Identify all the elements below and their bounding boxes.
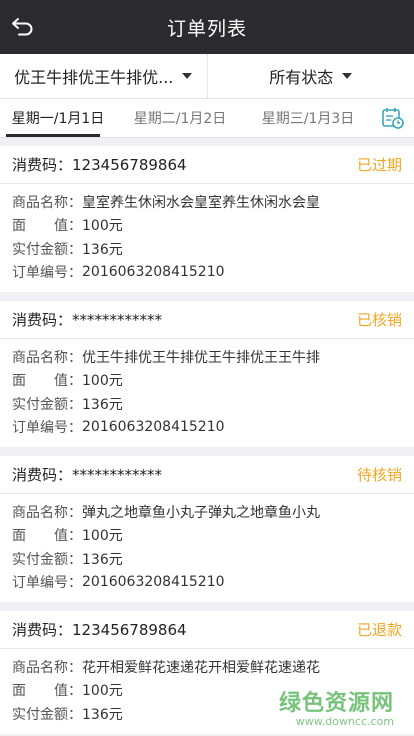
product-label: 商品名称： xyxy=(12,194,82,211)
order-no-label: 订单编号： xyxy=(12,420,82,437)
face-value-row: 面值： 100元 xyxy=(12,214,402,238)
merchant-filter-label: 优王牛排优王牛排优... xyxy=(14,68,174,87)
order-no: 2016063208415210 xyxy=(82,419,225,436)
paid-amount: 136元 xyxy=(82,551,123,568)
order-no: 2016063208415210 xyxy=(82,264,225,281)
order-card-body: 商品名称： 弹丸之地章鱼小丸子弹丸之地章鱼小丸 面值： 100元 实付金额： 136元… xyxy=(0,494,414,602)
product-row: 商品名称： 弹丸之地章鱼小丸子弹丸之地章鱼小丸 xyxy=(12,500,402,524)
consume-code: 消费码：************ xyxy=(12,309,162,330)
status-badge: 待核销 xyxy=(356,466,402,484)
product-name: 花开相爱鲜花速递花开相爱鲜花速递花 xyxy=(82,659,320,676)
order-no: 2016063208415210 xyxy=(82,574,225,591)
status-badge: 已过期 xyxy=(356,156,402,174)
order-card-body: 商品名称： 花开相爱鲜花速递花开相爱鲜花速递花 面值： 100元 实付金额： 136元 xyxy=(0,649,414,734)
order-card[interactable]: 消费码：************ 已核销 商品名称： 优王牛排优王牛排优王牛排优王… xyxy=(0,301,414,447)
order-card-header: 消费码：************ 待核销 xyxy=(0,456,414,494)
consume-code-label: 消费码： xyxy=(12,621,73,639)
app-header: 订单列表 xyxy=(0,0,414,54)
calendar-clock-icon xyxy=(382,108,404,129)
consume-code-value: 123456789864 xyxy=(72,156,187,174)
date-tabs: 星期一/1月1日 星期二/1月2日 星期三/1月3日 xyxy=(0,99,414,138)
back-arrow-icon xyxy=(12,18,33,36)
paid-row: 实付金额： 136元 xyxy=(12,392,402,416)
order-no-label: 订单编号： xyxy=(12,575,82,592)
order-no-row: 订单编号： 2016063208415210 xyxy=(12,261,402,285)
face-value: 100元 xyxy=(82,373,123,390)
face-value-label: 面值 xyxy=(12,528,68,545)
consume-code-label: 消费码： xyxy=(12,466,73,484)
face-value-row: 面值： 100元 xyxy=(12,369,402,393)
consume-code: 消费码：************ xyxy=(12,464,162,485)
face-value-label: 面值 xyxy=(12,683,68,700)
order-no-row: 订单编号： 2016063208415210 xyxy=(12,571,402,595)
date-tab-tuesday[interactable]: 星期二/1月2日 xyxy=(116,99,244,137)
product-label: 商品名称： xyxy=(12,349,82,366)
back-button[interactable] xyxy=(8,12,38,42)
paid-label: 实付金额： xyxy=(12,706,82,723)
face-value: 100元 xyxy=(82,683,123,700)
order-card-header: 消费码：123456789864 已过期 xyxy=(0,146,414,184)
calendar-button[interactable] xyxy=(372,99,414,137)
order-no-label: 订单编号： xyxy=(12,265,82,282)
colon: ： xyxy=(68,528,82,545)
consume-code-label: 消费码： xyxy=(12,311,73,329)
date-tab-label: 星期三/1月3日 xyxy=(261,111,355,127)
product-label: 商品名称： xyxy=(12,659,82,676)
face-value: 100元 xyxy=(82,218,123,235)
date-tab-monday[interactable]: 星期一/1月1日 xyxy=(0,99,116,137)
consume-code-label: 消费码： xyxy=(12,156,73,174)
order-no-row: 订单编号： 2016063208415210 xyxy=(12,416,402,440)
date-tab-wednesday[interactable]: 星期三/1月3日 xyxy=(244,99,372,137)
paid-label: 实付金额： xyxy=(12,396,82,413)
order-card-header: 消费码：************ 已核销 xyxy=(0,301,414,339)
face-value-row: 面值： 100元 xyxy=(12,679,402,703)
product-row: 商品名称： 皇室养生休闲水会皇室养生休闲水会皇 xyxy=(12,190,402,214)
face-value-label: 面值 xyxy=(12,373,68,390)
consume-code-value: 123456789864 xyxy=(72,621,187,639)
order-card[interactable]: 消费码：123456789864 已退款 商品名称： 花开相爱鲜花速递花开相爱鲜花… xyxy=(0,611,414,734)
product-label: 商品名称： xyxy=(12,504,82,521)
consume-code-value: ************ xyxy=(72,311,163,329)
product-row: 商品名称： 优王牛排优王牛排优王牛排优王王牛排 xyxy=(12,345,402,369)
face-value: 100元 xyxy=(82,528,123,545)
product-name: 优王牛排优王牛排优王牛排优王王牛排 xyxy=(82,349,320,366)
paid-row: 实付金额： 136元 xyxy=(12,237,402,261)
paid-label: 实付金额： xyxy=(12,241,82,258)
order-card-body: 商品名称： 优王牛排优王牛排优王牛排优王王牛排 面值： 100元 实付金额： 136元… xyxy=(0,339,414,447)
colon: ： xyxy=(68,218,82,235)
date-tab-label: 星期一/1月1日 xyxy=(11,111,105,127)
product-row: 商品名称： 花开相爱鲜花速递花开相爱鲜花速递花 xyxy=(12,655,402,679)
colon: ： xyxy=(68,683,82,700)
order-card[interactable]: 消费码：123456789864 已过期 商品名称： 皇室养生休闲水会皇室养生休闲… xyxy=(0,146,414,292)
paid-row: 实付金额： 136元 xyxy=(12,702,402,726)
product-name: 弹丸之地章鱼小丸子弹丸之地章鱼小丸 xyxy=(82,504,320,521)
face-value-row: 面值： 100元 xyxy=(12,524,402,548)
consume-code: 消费码：123456789864 xyxy=(12,154,187,175)
face-value-label: 面值 xyxy=(12,218,68,235)
paid-row: 实付金额： 136元 xyxy=(12,547,402,571)
status-filter-dropdown[interactable]: 所有状态 xyxy=(206,54,414,98)
status-badge: 已核销 xyxy=(356,311,402,329)
paid-amount: 136元 xyxy=(82,241,123,258)
order-card-header: 消费码：123456789864 已退款 xyxy=(0,611,414,649)
consume-code-value: ************ xyxy=(72,466,163,484)
paid-amount: 136元 xyxy=(82,706,123,723)
caret-down-icon xyxy=(182,73,193,79)
date-tab-label: 星期二/1月2日 xyxy=(133,111,227,127)
order-list: 消费码：123456789864 已过期 商品名称： 皇室养生休闲水会皇室养生休闲… xyxy=(0,137,414,734)
product-name: 皇室养生休闲水会皇室养生休闲水会皇 xyxy=(82,194,320,211)
page-title: 订单列表 xyxy=(166,17,247,40)
paid-label: 实付金额： xyxy=(12,551,82,568)
caret-down-icon xyxy=(342,73,353,79)
merchant-filter-dropdown[interactable]: 优王牛排优王牛排优... xyxy=(0,54,207,98)
status-badge: 已退款 xyxy=(356,621,402,639)
order-card-body: 商品名称： 皇室养生休闲水会皇室养生休闲水会皇 面值： 100元 实付金额： 136元… xyxy=(0,184,414,292)
order-card[interactable]: 消费码：************ 待核销 商品名称： 弹丸之地章鱼小丸子弹丸之地章… xyxy=(0,456,414,602)
colon: ： xyxy=(68,373,82,390)
status-filter-label: 所有状态 xyxy=(269,68,334,87)
paid-amount: 136元 xyxy=(82,396,123,413)
filter-bar: 优王牛排优王牛排优... 所有状态 xyxy=(0,54,414,99)
consume-code: 消费码：123456789864 xyxy=(12,619,187,640)
